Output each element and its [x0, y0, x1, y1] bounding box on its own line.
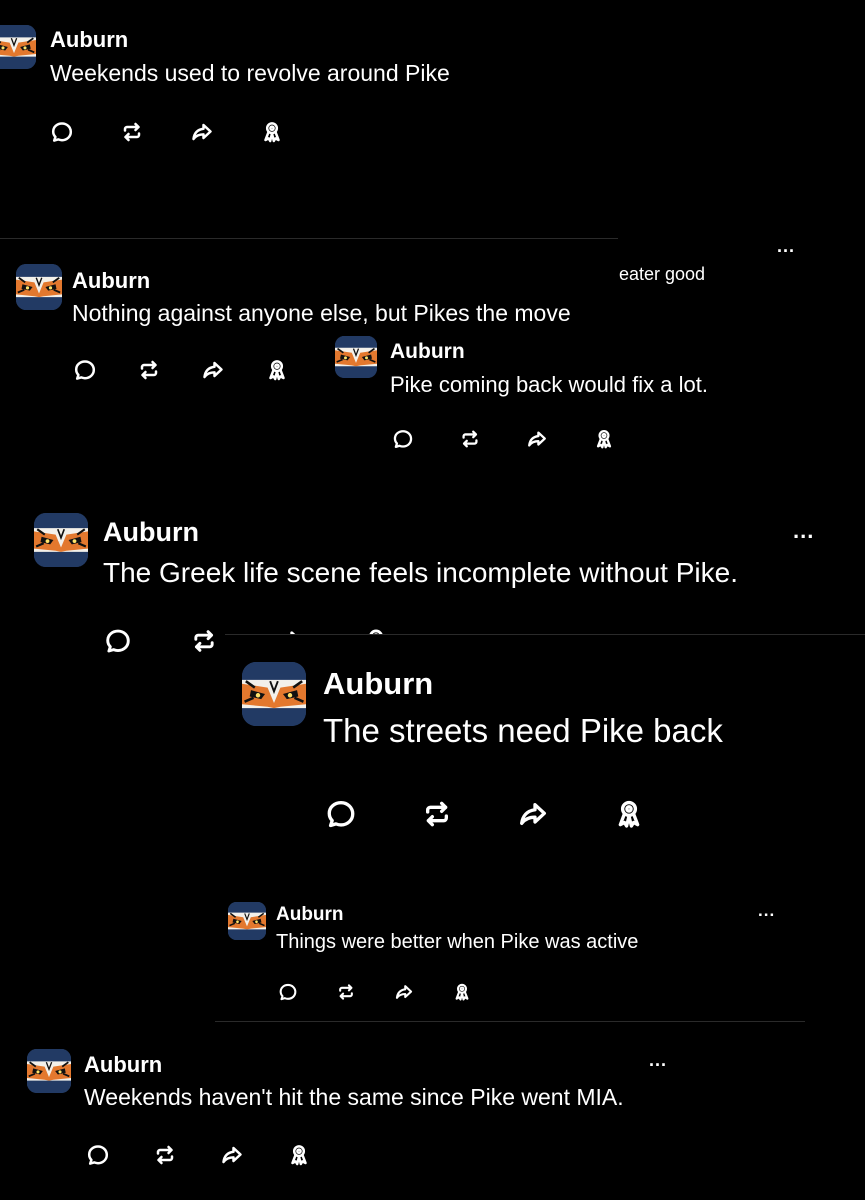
post-username[interactable]: Auburn: [84, 1052, 162, 1078]
post-5: Auburn The streets need Pike back: [225, 634, 865, 884]
divider: [215, 1021, 805, 1022]
post-username[interactable]: Auburn: [323, 666, 433, 702]
speech-bubble-icon[interactable]: [278, 982, 336, 1002]
post-4: Auburn The Greek life scene feels incomp…: [0, 500, 865, 653]
share-arrow-icon[interactable]: [394, 982, 452, 1002]
speech-bubble-icon[interactable]: [392, 428, 459, 450]
ribbon-badge-icon[interactable]: [613, 798, 709, 830]
speech-bubble-icon[interactable]: [104, 627, 190, 655]
speech-bubble-icon[interactable]: [86, 1143, 153, 1167]
avatar[interactable]: [0, 25, 36, 69]
speech-bubble-icon[interactable]: [73, 358, 137, 382]
more-options-icon[interactable]: ...: [649, 1050, 667, 1071]
ribbon-badge-icon[interactable]: [287, 1143, 354, 1167]
avatar[interactable]: [228, 902, 266, 940]
post-text: Pike coming back would fix a lot.: [390, 372, 708, 397]
post-actions: [73, 358, 329, 382]
divider: [0, 238, 618, 239]
post-text: The Greek life scene feels incomplete wi…: [103, 557, 738, 588]
post-username[interactable]: Auburn: [103, 517, 199, 548]
post-actions: [278, 982, 510, 1002]
post-username[interactable]: Auburn: [50, 27, 128, 53]
share-arrow-icon[interactable]: [190, 120, 260, 144]
post-3: Auburn Pike coming back would fix a lot.: [328, 330, 865, 480]
speech-bubble-icon[interactable]: [50, 120, 120, 144]
share-arrow-icon[interactable]: [220, 1143, 287, 1167]
post-username[interactable]: Auburn: [390, 340, 465, 364]
post-1: Auburn Weekends used to revolve around P…: [0, 0, 865, 235]
ribbon-badge-icon[interactable]: [265, 358, 329, 382]
post-actions: [325, 798, 709, 830]
repost-arrows-icon[interactable]: [421, 798, 517, 830]
share-arrow-icon[interactable]: [517, 798, 613, 830]
post-username[interactable]: Auburn: [72, 268, 150, 294]
more-options-icon[interactable]: ...: [777, 236, 795, 257]
more-options-icon[interactable]: ...: [793, 518, 814, 544]
repost-arrows-icon[interactable]: [153, 1143, 220, 1167]
post-username[interactable]: Auburn: [276, 904, 344, 926]
post-text: Things were better when Pike was active: [276, 931, 639, 953]
post-6: Auburn Things were better when Pike was …: [215, 884, 805, 1024]
speech-bubble-icon[interactable]: [325, 798, 421, 830]
ribbon-badge-icon[interactable]: [593, 428, 660, 450]
repost-arrows-icon[interactable]: [336, 982, 394, 1002]
avatar[interactable]: [16, 264, 62, 310]
partial-text: eater good: [619, 264, 706, 284]
avatar[interactable]: [242, 662, 306, 726]
ribbon-badge-icon[interactable]: [452, 982, 510, 1002]
share-arrow-icon[interactable]: [526, 428, 593, 450]
repost-arrows-icon[interactable]: [459, 428, 526, 450]
repost-arrows-icon[interactable]: [137, 358, 201, 382]
avatar[interactable]: [335, 336, 377, 378]
post-text: The streets need Pike back: [323, 712, 723, 749]
post-text: Weekends haven't hit the same since Pike…: [84, 1084, 624, 1110]
ribbon-badge-icon[interactable]: [260, 120, 330, 144]
avatar[interactable]: [34, 513, 88, 567]
post-actions: [392, 428, 660, 450]
post-text: Weekends used to revolve around Pike: [50, 60, 450, 86]
divider: [225, 634, 865, 635]
post-actions: [50, 120, 330, 144]
repost-arrows-icon[interactable]: [120, 120, 190, 144]
post-7: Auburn Weekends haven't hit the same sin…: [0, 1040, 700, 1200]
more-options-icon[interactable]: ...: [758, 901, 775, 921]
post-text: Nothing against anyone else, but Pikes t…: [72, 300, 571, 326]
avatar[interactable]: [27, 1049, 71, 1093]
post-actions: [86, 1143, 354, 1167]
share-arrow-icon[interactable]: [201, 358, 265, 382]
